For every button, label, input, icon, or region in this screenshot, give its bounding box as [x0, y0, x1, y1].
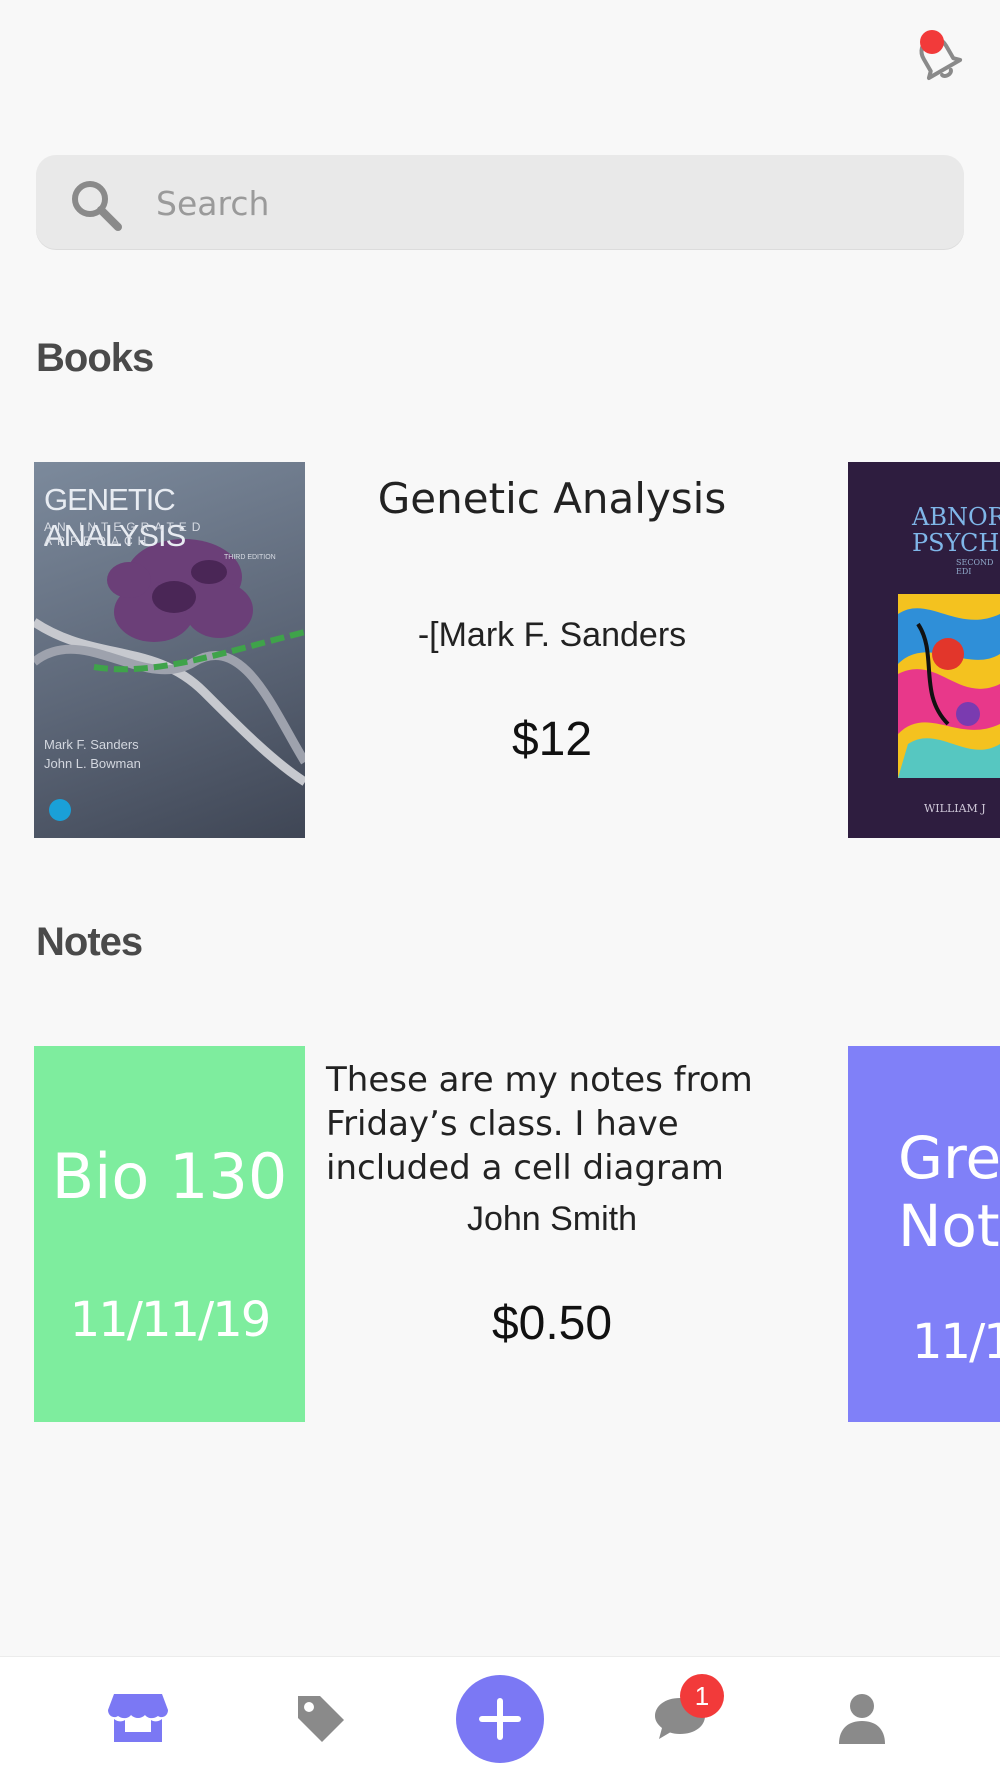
nav-profile[interactable]: [814, 1657, 910, 1779]
notification-dot: [920, 30, 944, 54]
note-card-date: 11/11: [912, 1314, 1000, 1370]
nav-store[interactable]: [90, 1657, 186, 1779]
book-price: $12: [511, 713, 593, 766]
search-icon: [72, 181, 122, 231]
tag-icon: [298, 1696, 344, 1742]
search-input[interactable]: [154, 155, 938, 251]
add-button[interactable]: [456, 1675, 544, 1763]
nav-messages[interactable]: [632, 1657, 728, 1779]
notes-section-title: Notes: [36, 920, 143, 964]
note-card-bio-130[interactable]: Bio 130 11/11/19: [34, 1046, 305, 1422]
store-icon: [108, 1694, 168, 1742]
note-price: $0.50: [491, 1297, 613, 1350]
cover-artwork: [898, 594, 1000, 778]
book-title[interactable]: Genetic Analysis: [326, 474, 778, 523]
cover-author-1: Mark F. Sanders: [44, 737, 139, 752]
note-card-title: Bio 130: [51, 1140, 288, 1213]
note-description: These are my notes from Friday’s class. …: [326, 1060, 753, 1188]
cover-author: WILLIAM J: [924, 802, 986, 815]
note-card-date: 11/11/19: [69, 1292, 272, 1348]
cover-subtitle: AN INTEGRATED APPROACH: [44, 520, 206, 548]
note-author: John Smith: [466, 1200, 638, 1238]
note-card-title-line-1: Gre: [898, 1124, 1000, 1192]
chat-unread-badge: 1: [680, 1674, 724, 1718]
bottom-navigation: [0, 1656, 1000, 1779]
profile-icon: [839, 1694, 885, 1744]
cover-title-line-2: PSYCHO: [912, 529, 1000, 557]
search-bar[interactable]: [36, 155, 964, 251]
note-card-second[interactable]: Gre Not 11/11: [848, 1046, 1000, 1422]
cover-author-2: John L. Bowman: [44, 756, 141, 771]
note-card-title-line-2: Not: [898, 1192, 1000, 1260]
cover-edition: SECOND EDI: [956, 558, 994, 576]
book-cover-abnormal-psychology[interactable]: ABNOR PSYCHO SECOND EDI WILLIAM J: [848, 462, 1000, 838]
books-section-title: Books: [36, 336, 154, 380]
cover-edition: THIRD EDITION: [224, 554, 276, 561]
nav-tags[interactable]: [272, 1657, 368, 1779]
add-icon: [479, 1698, 521, 1740]
book-cover-genetic-analysis[interactable]: GENETIC ANALYSIS AN INTEGRATED APPROACH …: [34, 462, 305, 838]
book-author: -[Mark F. Sanders: [417, 616, 687, 654]
cover-title-line-1: ABNOR: [912, 503, 1000, 531]
